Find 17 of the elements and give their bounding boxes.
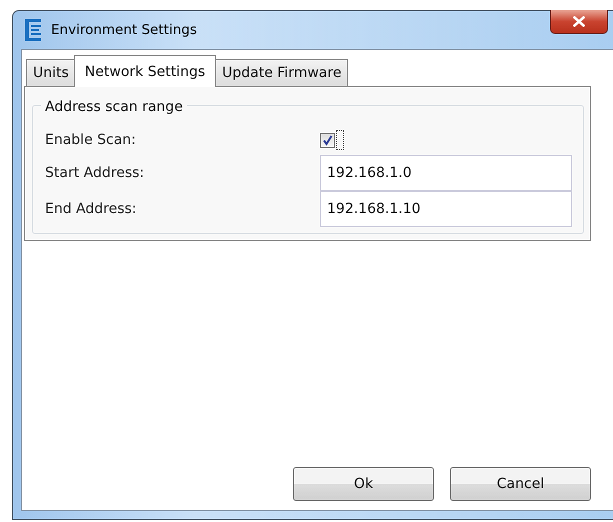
- close-icon: [573, 16, 585, 27]
- focus-rectangle: [336, 130, 344, 150]
- checkbox[interactable]: [320, 132, 335, 148]
- app-icon: [25, 19, 41, 41]
- group-title: Address scan range: [41, 99, 187, 115]
- field-label: End Address:: [45, 201, 138, 217]
- close-button[interactable]: [550, 10, 608, 34]
- field-label: Enable Scan:: [45, 132, 137, 148]
- tab[interactable]: Update Firmware: [215, 59, 348, 86]
- field-label: Start Address:: [45, 165, 146, 181]
- window-title: Environment Settings: [51, 22, 197, 38]
- dialog-button[interactable]: Ok: [293, 467, 434, 501]
- tab[interactable]: Network Settings: [74, 55, 216, 87]
- dialog-button[interactable]: Cancel: [450, 467, 591, 501]
- input-field[interactable]: 192.168.1.0: [320, 155, 572, 191]
- input-field[interactable]: 192.168.1.10: [320, 191, 572, 227]
- tab[interactable]: Units: [26, 59, 76, 86]
